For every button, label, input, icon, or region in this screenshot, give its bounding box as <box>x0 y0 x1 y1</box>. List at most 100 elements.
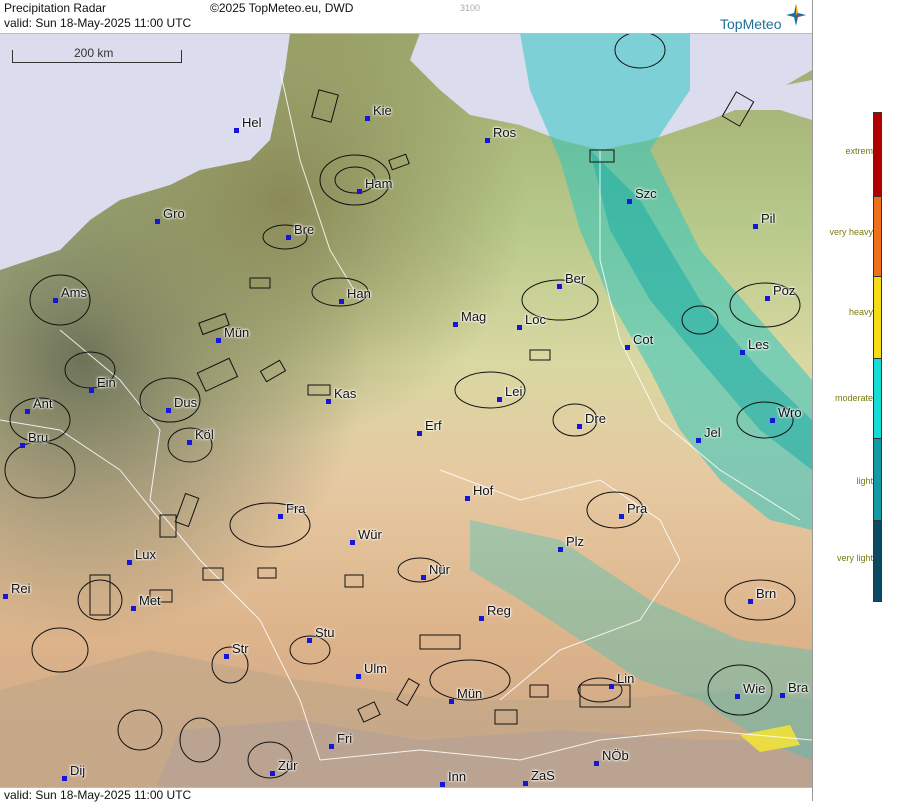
city-marker <box>131 606 136 611</box>
city-marker <box>594 761 599 766</box>
legend-swatch <box>873 358 882 440</box>
city-label: Jel <box>704 425 721 440</box>
city-label: Plz <box>566 534 585 549</box>
compass-icon <box>786 4 806 26</box>
legend-swatch <box>873 520 882 602</box>
city-label: Nür <box>429 562 450 577</box>
legend-label: light <box>856 476 873 486</box>
terrain-layer <box>0 0 812 801</box>
legend-label: very heavy <box>829 227 873 237</box>
city-marker <box>127 560 132 565</box>
city-label: Ams <box>61 285 87 300</box>
city-label: Bra <box>788 680 809 695</box>
city-label: Lin <box>617 671 635 686</box>
city-marker <box>485 138 490 143</box>
city-marker <box>453 322 458 327</box>
city-marker <box>523 781 528 786</box>
city-label: Met <box>139 593 161 608</box>
city-marker <box>449 699 454 704</box>
city-label: Rei <box>11 581 31 596</box>
city-label: Ant <box>33 396 53 411</box>
city-label: Wro <box>778 405 802 420</box>
city-marker <box>558 547 563 552</box>
legend-swatch <box>873 438 882 522</box>
city-marker <box>53 298 58 303</box>
header-bar: Precipitation Radar ©2025 TopMeteo.eu, D… <box>0 0 812 34</box>
scale-label: 200 km <box>74 46 114 60</box>
legend-swatch <box>873 276 882 360</box>
city-label: Kie <box>373 103 392 118</box>
city-label: NÖb <box>602 748 629 763</box>
city-label: Dij <box>70 763 86 778</box>
city-label: Cot <box>633 332 654 347</box>
city-label: Gro <box>163 206 185 221</box>
city-label: Ber <box>565 271 586 286</box>
city-marker <box>329 744 334 749</box>
legend-panel: extrem very heavy heavy moderate light very l… <box>812 0 904 801</box>
city-label: Wie <box>743 681 766 696</box>
city-marker <box>357 189 362 194</box>
city-label: Poz <box>773 283 796 298</box>
city-label: Les <box>748 337 769 352</box>
city-marker <box>696 438 701 443</box>
map-title: Precipitation Radar <box>4 1 107 15</box>
city-marker <box>780 693 785 698</box>
city-label: Inn <box>448 769 467 784</box>
city-marker <box>155 219 160 224</box>
city-label: Mün <box>224 325 250 340</box>
city-marker <box>187 440 192 445</box>
city-marker <box>753 224 758 229</box>
city-label: ZaS <box>531 768 555 783</box>
city-marker <box>62 776 67 781</box>
city-label: Mün <box>457 686 483 701</box>
city-marker <box>278 514 283 519</box>
city-marker <box>25 409 30 414</box>
city-marker <box>89 388 94 393</box>
city-marker <box>307 638 312 643</box>
city-label: Mag <box>461 309 487 324</box>
radar-map[interactable]: 200 km Hel Kie Ros Ham Gro Bre Szc Pil Ams Han Ber… <box>0 0 812 801</box>
city-label: Str <box>232 641 249 656</box>
footer-valid-time: valid: Sun 18-May-2025 11:00 UTC <box>4 788 192 802</box>
city-label: Ein <box>97 375 116 390</box>
city-label: Bre <box>294 222 315 237</box>
city-label: Loc <box>525 312 546 327</box>
legend-label: very light <box>836 553 873 563</box>
city-marker <box>465 496 470 501</box>
legend-swatch <box>873 196 882 278</box>
city-marker <box>216 338 221 343</box>
city-marker <box>557 284 562 289</box>
city-marker <box>609 684 614 689</box>
city-marker <box>765 296 770 301</box>
city-marker <box>286 235 291 240</box>
legend-label: moderate <box>834 393 873 403</box>
legend-label: extrem <box>845 146 873 156</box>
city-marker <box>497 397 502 402</box>
city-marker <box>421 575 426 580</box>
map-code: 3100 <box>460 3 481 13</box>
city-marker <box>479 616 484 621</box>
city-label: Pra <box>627 501 648 516</box>
city-marker <box>735 694 740 699</box>
brand-logo-text: TopMeteo <box>720 16 782 32</box>
city-marker <box>627 199 632 204</box>
city-marker <box>740 350 745 355</box>
city-label: Zür <box>278 758 298 773</box>
city-marker <box>365 116 370 121</box>
city-label: Bru <box>28 430 49 445</box>
city-label: Hof <box>473 483 494 498</box>
footer-bar: valid: Sun 18-May-2025 11:00 UTC <box>0 787 812 802</box>
city-label: Han <box>347 286 371 301</box>
city-label: Reg <box>487 603 511 618</box>
city-marker <box>350 540 355 545</box>
city-marker <box>619 514 624 519</box>
city-label: Erf <box>425 418 442 433</box>
legend-swatch <box>873 112 882 198</box>
city-marker <box>166 408 171 413</box>
city-marker <box>339 299 344 304</box>
city-marker <box>748 599 753 604</box>
city-label: Fri <box>337 731 353 746</box>
valid-time: valid: Sun 18-May-2025 11:00 UTC <box>4 16 192 30</box>
city-label: Wür <box>358 527 382 542</box>
city-label: Fra <box>286 501 306 516</box>
